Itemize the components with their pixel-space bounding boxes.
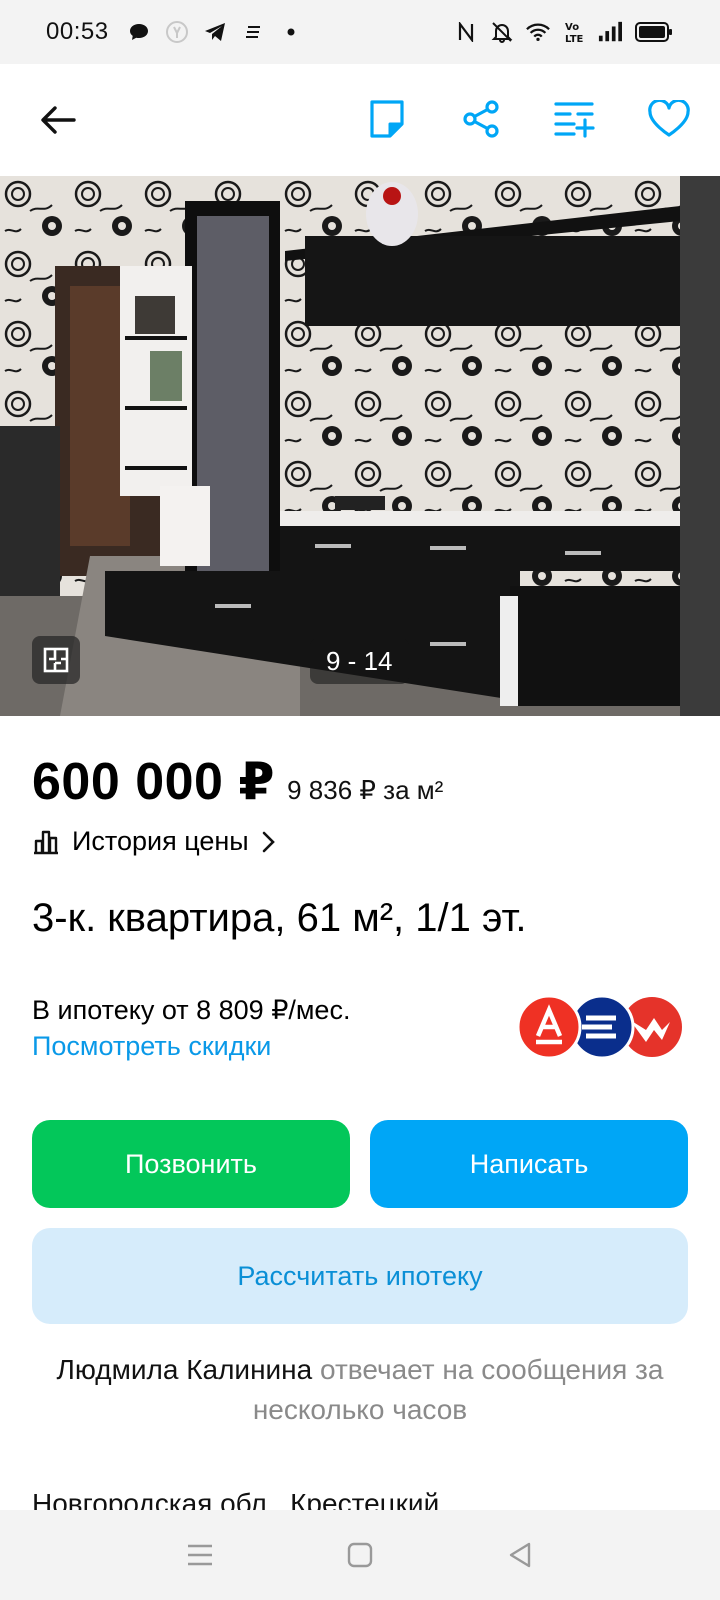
share-button[interactable] [454,92,508,146]
room-photo-illustration [0,176,720,716]
seller-response-note: Людмила Калинина отвечает на сообщения з… [32,1350,688,1430]
chat-bubble-icon [127,20,151,44]
price-per-sqm: 9 836 ₽ за м² [287,775,444,805]
yandex-icon [165,20,189,44]
status-notification-icons [127,20,303,44]
bar-chart-icon [34,830,58,854]
svg-text:Vo: Vo [565,22,579,33]
price-history-link[interactable]: История цены [32,826,277,857]
heart-icon [648,100,690,137]
mortgage-offer: В ипотеку от 8 809 ₽/мес. Посмотреть ски… [32,992,350,1064]
alfa-bank-logo [516,994,582,1060]
nfc-icon [454,20,478,44]
share-icon [463,100,499,138]
back-triangle-icon [509,1542,531,1568]
note-button[interactable] [360,92,414,146]
status-system-icons: Vo LTE [454,20,674,44]
note-icon [370,100,404,138]
mute-bell-icon [490,20,514,44]
status-time: 00:53 [46,18,109,45]
bank-logos[interactable] [516,994,686,1060]
mortgage-discounts-link[interactable]: Посмотреть скидки [32,1028,350,1064]
price-history-label: История цены [72,826,249,856]
recent-apps-button[interactable] [180,1535,220,1575]
app-bar-actions [360,92,696,146]
back-arrow-icon [41,106,76,134]
floor-plan-button[interactable] [32,636,80,684]
wifi-icon [526,20,550,44]
seller-name[interactable]: Людмила Калинина [57,1354,313,1385]
seller-response-text: отвечает на сообщения за несколько часов [252,1354,664,1425]
menu-icon [188,1544,212,1566]
call-button[interactable]: Позвонить [32,1120,350,1208]
app-bar [0,64,720,176]
compare-list-icon [554,102,595,138]
volte-icon: Vo LTE [562,20,586,44]
floor-plan-icon [43,647,69,673]
price: 600 000 ₽ [32,753,276,811]
calculate-mortgage-button[interactable]: Рассчитать ипотеку [32,1228,688,1324]
compare-button[interactable] [548,92,602,146]
photo-counter: 9 - 14 [310,638,409,684]
status-bar: 00:53 Vo LTE [0,0,720,64]
telegram-icon [203,20,227,44]
mortgage-text: В ипотеку от 8 809 ₽/мес. [32,995,351,1025]
system-nav-bar [0,1510,720,1600]
listing-title: 3-к. квартира, 61 м², 1/1 эт. [32,896,527,940]
signal-icon [598,20,622,44]
system-back-button[interactable] [500,1535,540,1575]
home-button[interactable] [340,1535,380,1575]
dot-icon [279,20,303,44]
back-button[interactable] [32,94,84,146]
chevron-right-icon [262,831,275,852]
price-row: 600 000 ₽ 9 836 ₽ за м² [32,752,443,812]
notes-icon [241,20,265,44]
write-button[interactable]: Написать [370,1120,688,1208]
home-square-icon [347,1542,373,1568]
svg-text:LTE: LTE [565,34,583,44]
battery-icon [634,20,674,44]
listing-photo[interactable]: 9 - 14 [0,176,720,716]
favorite-button[interactable] [642,92,696,146]
